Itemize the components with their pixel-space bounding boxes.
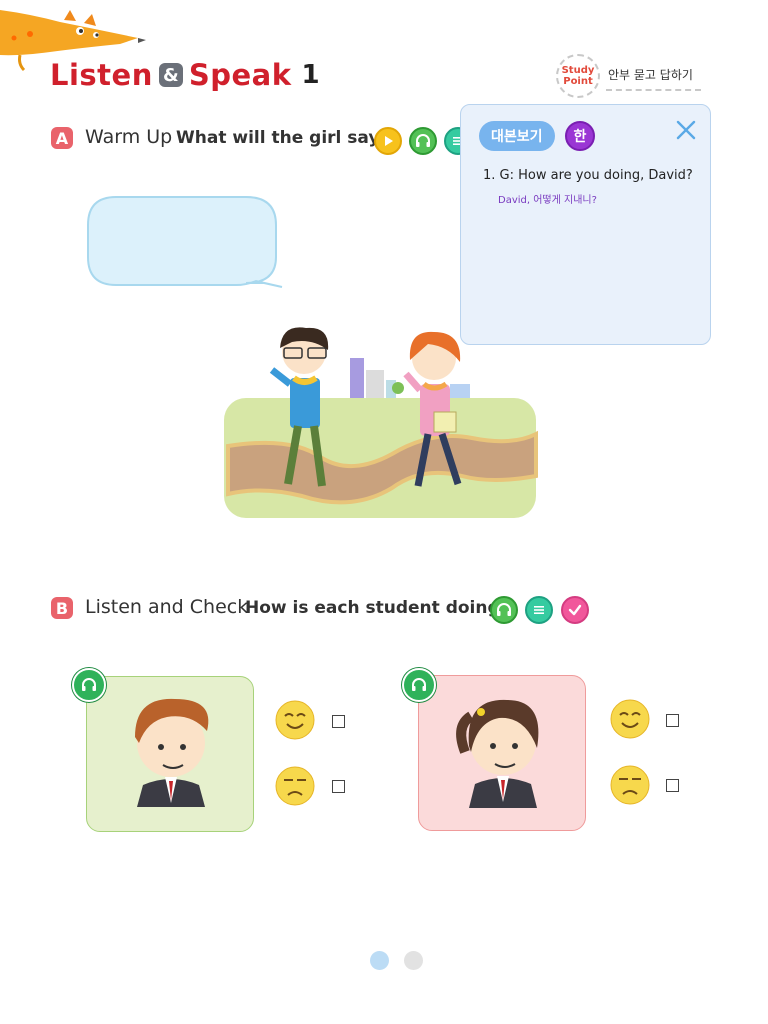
section-b-label: Listen and Check xyxy=(85,596,249,618)
section-b-badge: B xyxy=(51,597,73,619)
title-listen: Listen xyxy=(50,58,153,92)
check-icon xyxy=(568,604,582,616)
girl-student-illustration xyxy=(456,699,539,808)
listen-button-a[interactable] xyxy=(409,127,437,155)
headphones-icon xyxy=(416,134,430,147)
headphones-icon xyxy=(497,603,511,616)
section-b-question: How is each student doing? xyxy=(245,598,510,618)
headphones-icon xyxy=(82,678,96,691)
two-students-greeting-illustration xyxy=(224,327,538,518)
listen-button-b[interactable] xyxy=(490,596,518,624)
script-translation-1: David, 어떻게 지내니? xyxy=(498,195,597,206)
sad-face-icon xyxy=(610,765,650,805)
checkbox-boy-sad[interactable] xyxy=(332,780,345,793)
script-button-b[interactable] xyxy=(525,596,553,624)
title-ampersand: & xyxy=(158,63,183,87)
page-dot-2[interactable] xyxy=(404,951,423,970)
study-point-badge: Study Point xyxy=(556,54,600,98)
section-a-badge: A xyxy=(51,127,73,149)
script-panel: 대본보기 한 1. G: How are you doing, David? D… xyxy=(460,104,711,345)
title-number: 1 xyxy=(301,60,320,90)
script-view-button[interactable]: 대본보기 xyxy=(479,121,555,151)
study-point-badge-line2: Point xyxy=(563,76,593,87)
script-line-1: 1. G: How are you doing, David? xyxy=(483,168,693,183)
study-point-text: 안부 묻고 답하기 xyxy=(606,62,701,91)
listen-button-girl[interactable] xyxy=(402,668,436,702)
close-icon[interactable] xyxy=(675,119,697,141)
check-answer-button[interactable] xyxy=(561,596,589,624)
speech-bubble[interactable] xyxy=(86,195,286,290)
study-point: Study Point 안부 묻고 답하기 xyxy=(556,54,701,98)
happy-face-icon xyxy=(275,700,315,740)
study-point-badge-line1: Study xyxy=(561,65,595,76)
student-card-boy xyxy=(86,676,254,832)
checkbox-girl-happy[interactable] xyxy=(666,714,679,727)
title-speak: Speak xyxy=(188,58,292,92)
sad-face-icon xyxy=(275,766,315,806)
korean-translation-toggle[interactable]: 한 xyxy=(565,121,595,151)
boy-student-illustration xyxy=(135,698,209,807)
happy-face-icon xyxy=(610,699,650,739)
page-dot-1[interactable] xyxy=(370,951,389,970)
script-icon xyxy=(534,606,544,614)
section-a-question: What will the girl say? xyxy=(176,128,390,148)
checkbox-boy-happy[interactable] xyxy=(332,715,345,728)
checkbox-girl-sad[interactable] xyxy=(666,779,679,792)
lesson-title: Listen & Speak 1 xyxy=(50,55,320,95)
play-icon xyxy=(385,136,393,146)
play-button[interactable] xyxy=(374,127,402,155)
headphones-icon xyxy=(412,678,426,691)
listen-button-boy[interactable] xyxy=(72,668,106,702)
section-a-label: Warm Up xyxy=(85,126,173,148)
student-card-girl xyxy=(418,675,586,831)
